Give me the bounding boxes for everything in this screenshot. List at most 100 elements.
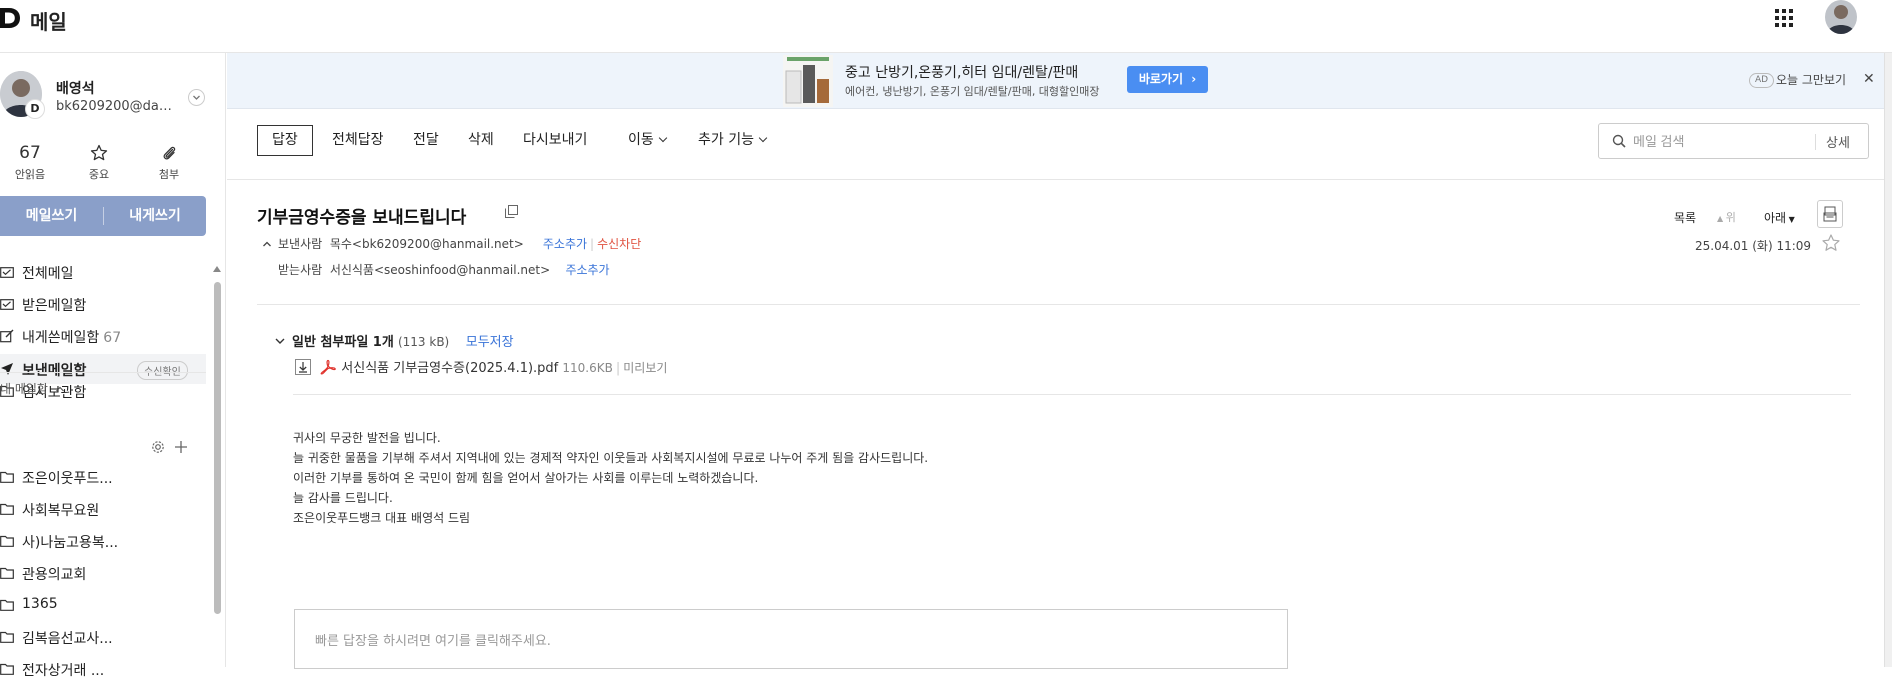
chevron-down-icon — [758, 133, 768, 143]
move-label: 이동 — [628, 132, 654, 148]
compose-button[interactable]: 메일쓰기 — [0, 196, 103, 236]
sidebar-item-label: 내게쓴메일함 — [22, 330, 100, 346]
my-folder-item[interactable]: 사)나눔고용복... — [0, 526, 206, 556]
sidebar-item-label: 받은메일함 — [22, 298, 87, 314]
my-folder-item[interactable]: 관용의교회 — [0, 558, 206, 588]
print-button[interactable] — [1817, 200, 1843, 228]
ad-dismiss-today[interactable]: 오늘 그만보기 — [1776, 71, 1846, 88]
my-folder-item[interactable]: 김복음선교사... — [0, 622, 206, 652]
delete-button[interactable]: 삭제 — [468, 125, 494, 156]
ad-subtitle[interactable]: 에어컨, 냉난방기, 온풍기 임대/렌탈/판매, 대형할인매장 — [845, 83, 1100, 99]
attachment-stat[interactable]: 첨부 — [139, 141, 199, 182]
quick-reply-box[interactable]: 빠른 답장을 하시려면 여기를 클릭해주세요. — [294, 609, 1288, 669]
my-folder-item[interactable]: 사회복무요원 — [0, 494, 206, 524]
self-mail-icon — [0, 329, 14, 343]
add-recipient-address-link[interactable]: 주소추가 — [565, 263, 609, 277]
save-all-button[interactable]: 모두저장 — [466, 335, 514, 350]
mail-search-box: 상세 — [1598, 123, 1869, 159]
pdf-icon — [320, 359, 336, 375]
my-folders-header[interactable]: 내 메일함 — [0, 380, 65, 397]
sidebar-item-all-mail[interactable]: 전체메일 — [0, 257, 206, 287]
profile-avatar[interactable] — [1825, 0, 1857, 34]
inbox-icon — [0, 299, 14, 310]
reply-button[interactable]: 답장 — [257, 125, 313, 156]
unread-label: 안읽음 — [14, 168, 46, 181]
copy-icon[interactable] — [505, 205, 518, 218]
my-folder-item[interactable]: 전자상거래 ... — [0, 654, 206, 684]
chevron-down-icon[interactable] — [274, 336, 286, 346]
prev-label: 위 — [1725, 211, 1736, 224]
resend-button[interactable]: 다시보내기 — [523, 125, 587, 156]
folder-icon — [0, 631, 14, 643]
search-input[interactable] — [1633, 131, 1773, 151]
ad-product-image[interactable] — [783, 55, 833, 107]
star-icon — [90, 144, 108, 161]
user-name: 배영석 — [56, 81, 95, 97]
search-icon[interactable] — [1612, 134, 1626, 148]
next-mail-link[interactable]: 아래 ▼ — [1764, 209, 1795, 226]
sender-address[interactable]: 목수<bk6209200@hanmail.net> — [330, 237, 524, 251]
search-divider — [1815, 134, 1816, 150]
write-to-self-button[interactable]: 내게쓰기 — [104, 196, 206, 236]
detail-search-button[interactable]: 상세 — [1826, 132, 1850, 151]
star-icon[interactable] — [1821, 233, 1841, 253]
ad-title[interactable]: 중고 난방기,온풍기,히터 임대/렌탈/판매 — [845, 62, 1078, 82]
preview-link[interactable]: 미리보기 — [623, 361, 667, 375]
body-line: 이러한 기부를 통하여 온 국민이 함께 힘을 얻어서 살아가는 사회를 이루는… — [293, 471, 759, 485]
daum-logo-icon[interactable] — [0, 7, 20, 29]
move-dropdown[interactable]: 이동 — [628, 125, 668, 156]
unread-stat[interactable]: 67 안읽음 — [0, 141, 60, 182]
attachment-file-name[interactable]: 서신식품 기부금영수증(2025.4.1).pdf — [341, 361, 558, 376]
read-receipt-badge[interactable]: 수신확인 — [137, 361, 188, 380]
add-folder-icon[interactable] — [174, 440, 188, 454]
recipient-address[interactable]: 서신식품<seoshinfood@hanmail.net> — [330, 263, 550, 277]
page-scrollbar[interactable] — [1884, 53, 1892, 667]
my-folder-item[interactable]: 1365 — [0, 590, 206, 620]
my-folder-label: 전자상거래 ... — [22, 663, 105, 679]
body-line: 늘 감사를 드립니다. — [293, 491, 393, 505]
ad-go-label: 바로가기 — [1138, 72, 1184, 86]
ad-go-button[interactable]: 바로가기 › — [1127, 66, 1208, 93]
quick-reply-placeholder: 빠른 답장을 하시려면 여기를 클릭해주세요. — [315, 634, 551, 649]
reply-all-button[interactable]: 전체답장 — [332, 125, 384, 156]
app-title[interactable]: 메일 — [30, 6, 67, 35]
folder-icon — [0, 471, 14, 483]
my-folder-label: 조은이웃푸드... — [22, 471, 113, 487]
download-icon[interactable] — [295, 359, 311, 375]
sidebar-item-self-mail[interactable]: 내게쓴메일함 67 — [0, 321, 206, 351]
sidebar-item-label: 보낸메일함 — [22, 363, 87, 379]
forward-button[interactable]: 전달 — [413, 125, 439, 156]
mail-date: 25.04.01 (화) 11:09 — [1695, 239, 1812, 253]
folder-icon — [0, 503, 14, 515]
list-link[interactable]: 목록 — [1674, 209, 1696, 226]
important-label: 중요 — [88, 168, 110, 181]
ad-banner[interactable]: 중고 난방기,온풍기,히터 임대/렌탈/판매 에어컨, 냉난방기, 온풍기 임대… — [227, 53, 1884, 109]
arrow-up-icon: ▲ — [1717, 214, 1726, 223]
block-sender-link[interactable]: 수신차단 — [597, 237, 641, 251]
attachment-file-row: 서신식품 기부금영수증(2025.4.1).pdf 110.6KB | 미리보기 — [295, 357, 667, 376]
print-icon — [1823, 206, 1837, 222]
self-mail-count: 67 — [103, 330, 122, 346]
next-label: 아래 — [1764, 211, 1787, 225]
attachment-label: 첨부 — [158, 168, 180, 181]
more-features-dropdown[interactable]: 추가 기능 — [698, 125, 768, 156]
apps-grid-icon[interactable] — [1774, 8, 1794, 28]
more-label: 추가 기능 — [698, 132, 754, 148]
close-icon[interactable]: ✕ — [1863, 71, 1875, 87]
add-address-link[interactable]: 주소추가 — [543, 237, 587, 251]
folder-settings-icon[interactable] — [151, 440, 165, 454]
sender-label: 보낸사람 — [278, 237, 323, 251]
scroll-up-icon[interactable] — [213, 266, 221, 272]
collapse-chevron-icon[interactable] — [262, 240, 272, 248]
account-menu-chevron-icon[interactable] — [188, 89, 205, 106]
mail-subject: 기부금영수증을 보내드립니다 — [257, 208, 467, 228]
folder-icon — [0, 567, 14, 579]
body-line: 귀사의 무궁한 발전을 빕니다. — [293, 431, 441, 445]
important-stat[interactable]: 중요 — [69, 141, 129, 182]
my-folder-item[interactable]: 조은이웃푸드... — [0, 462, 206, 492]
prev-mail-link[interactable]: ▲ 위 — [1717, 209, 1736, 225]
attachment-title: 일반 첨부파일 1개 — [292, 335, 394, 350]
my-folders-title: 내 메일함 — [0, 382, 48, 396]
sidebar-scroll-thumb[interactable] — [214, 282, 221, 614]
sidebar-item-inbox[interactable]: 받은메일함 — [0, 289, 206, 319]
